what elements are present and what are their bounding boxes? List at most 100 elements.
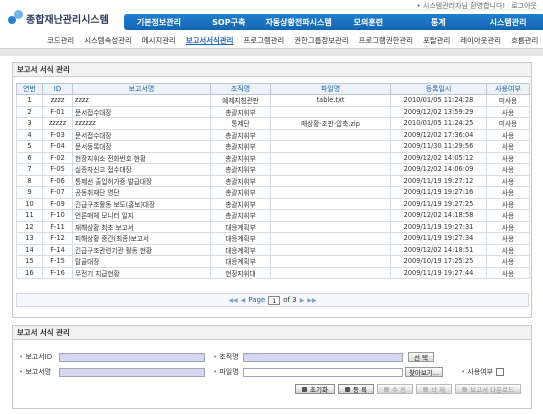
page-number-input[interactable]: 1 [268, 295, 281, 305]
cell-use-flag: 사용 [486, 220, 530, 233]
col-header-reg-date[interactable]: 등록일시 [390, 83, 487, 95]
cell-report-name: 무전기 지급현황 [72, 266, 211, 279]
cell-report-name: 피해상황 중간(최종)보고서 [72, 232, 211, 245]
cell-use-flag: 미사용 [486, 94, 530, 107]
col-header-file-name[interactable]: 파일명 [270, 83, 391, 95]
use-flag-checkbox[interactable] [496, 368, 505, 376]
logo-icon [8, 10, 24, 26]
reset-button[interactable]: 초기화 [295, 384, 335, 394]
sub-menu-item-layout[interactable]: 레이아웃관리 [455, 35, 506, 46]
table-row[interactable]: 14 F-14 긴급구조관련기관 활동 현황 대응계획부 2009/12/02 14:1… [16, 243, 530, 256]
report-name-input[interactable] [59, 367, 205, 377]
table-row[interactable]: 6 F-02 현장지휘소 전화번호 현황 총괄지휘부 2009/12/02 14:05:… [16, 151, 530, 164]
cell-reg-date: 2009/11/19 19:27:12 [390, 174, 487, 187]
cell-reg-date: 2009/11/19 19:27:44 [390, 266, 487, 279]
main-menu-item-system[interactable]: 시스템관리 [473, 17, 543, 28]
col-header-org-name[interactable]: 조직명 [210, 83, 271, 95]
cell-no: 15 [16, 255, 43, 268]
browse-button[interactable]: 찾아보기... [405, 367, 443, 377]
main-menu-item-drill[interactable]: 모의훈련 [333, 17, 403, 28]
table-row[interactable]: 12 F-11 재해상황 최초 보고서 대응계획부 2009/11/19 19:27:3… [16, 220, 530, 233]
cell-use-flag: 미사용 [486, 117, 530, 130]
table-row[interactable]: 11 F-10 언론매체 모니터 일지 총괄지휘부 2009/12/02 14:18:5… [16, 209, 530, 222]
sub-menu-item-report-format[interactable]: 보고서서식관리 [181, 35, 239, 46]
main-menu-item-basic-info[interactable]: 기본정보관리 [124, 17, 194, 28]
cell-report-name: 문서접수대장 [72, 105, 211, 118]
cell-report-name: 재해상황 최초 보고서 [72, 220, 211, 233]
main-menu-item-stats[interactable]: 통계 [403, 17, 473, 28]
cell-file-name [270, 174, 391, 187]
table-row[interactable]: 13 F-12 피해상황 중간(최종)보고서 대응계획부 2009/11/19 19:2… [16, 232, 530, 245]
cell-org-name: 대응계획부 [210, 255, 271, 268]
file-name-label: 파일명 [213, 367, 243, 377]
page-total-label: of 3 [283, 296, 297, 304]
table-row[interactable]: 7 F-05 실종자신고 접수대장 총괄지휘부 2009/12/02 14:06:09 사… [16, 163, 530, 176]
cell-reg-date: 2009/12/02 14:06:09 [390, 163, 487, 176]
table-row[interactable]: 2 F-01 문서접수대장 총괄지휘부 2009/12/02 13:59:29 사용 [16, 105, 530, 118]
sub-menu-item-program[interactable]: 프로그램관리 [238, 35, 289, 46]
col-header-no[interactable]: 연번 [16, 83, 43, 95]
cell-org-name: 총괄지휘부 [210, 209, 271, 222]
cell-reg-date: 2009/12/02 14:18:58 [390, 209, 487, 222]
prev-page-icon[interactable]: ◀ [241, 297, 246, 304]
logout-link[interactable]: 로그아웃 [511, 1, 537, 11]
cell-id: F-15 [42, 255, 73, 268]
register-icon [344, 386, 350, 392]
cell-id: F-12 [42, 232, 73, 245]
file-name-input[interactable] [243, 367, 403, 377]
table-header-row: 연번 ID 보고서명 조직명 파일명 등록일시 사용여부 [16, 83, 530, 95]
table-row[interactable]: 9 F-07 공동취재단 명단 총괄지휘부 2009/11/19 19:27:16 사용 [16, 186, 530, 199]
delete-button[interactable]: 삭 제 [416, 384, 453, 394]
first-page-icon[interactable]: ◀◀ [228, 297, 237, 304]
cell-no: 11 [16, 209, 43, 222]
table-row[interactable]: 8 F-06 통제선 출입허가증 발급대장 총괄지휘부 2009/11/19 19:27… [16, 174, 530, 187]
sub-menu-item-system-attr[interactable]: 시스템속성관리 [79, 35, 137, 46]
cell-no: 8 [16, 174, 43, 187]
col-header-id[interactable]: ID [42, 83, 73, 95]
cell-org-name: 총괄지휘부 [210, 197, 271, 210]
cell-report-name: zzzzzz [72, 117, 211, 130]
sub-menu-item-portal[interactable]: 포탈관리 [418, 35, 455, 46]
cell-reg-date: 2010/01/05 11:24:25 [390, 117, 487, 130]
page-label: Page [248, 296, 266, 304]
cell-org-name: 현장지휘대 [210, 266, 271, 279]
table-row[interactable]: 4 F-03 문서접수대장 총괄지휘부 2009/12/02 17:36:04 사용 [16, 128, 530, 141]
top-util: • 시스템관리자님 환영합니다! 로그아웃 [417, 1, 537, 11]
select-org-button[interactable]: 선 택 [408, 352, 434, 362]
table-row[interactable]: 3 zzzzz zzzzzz 통제단 매상황-조판-압축.zip 2010/01/05 1… [16, 117, 530, 130]
main-menu-item-sop[interactable]: SOP구축 [194, 17, 264, 28]
main-menu-item-auto-alert[interactable]: 자동상황전파시스템 [264, 17, 334, 28]
cell-file-name [270, 220, 391, 233]
sub-menu-item-message[interactable]: 메시지관리 [137, 35, 181, 46]
sub-menu-item-flow[interactable]: 흐름관리 [506, 35, 543, 46]
col-header-report-name[interactable]: 보고서명 [72, 83, 211, 95]
cell-id: F-16 [42, 266, 73, 279]
cell-report-name: 통제선 출입허가증 발급대장 [72, 174, 211, 187]
cell-use-flag: 사용 [486, 266, 530, 279]
list-panel-title: 보고서 서식 관리 [13, 63, 531, 77]
org-name-input[interactable] [243, 352, 403, 362]
download-button[interactable]: 보고서 다운로드 [455, 384, 521, 394]
cell-id: F-04 [42, 140, 73, 153]
col-header-use-flag[interactable]: 사용여부 [486, 83, 530, 95]
sub-menu-item-auth-group[interactable]: 권한그룹정보관리 [289, 35, 353, 46]
cell-no: 9 [16, 186, 43, 199]
next-page-icon[interactable]: ▶ [300, 297, 305, 304]
cell-file-name [270, 243, 391, 256]
table-row[interactable]: 1 zzzz zzzz 예제지침관판 table.txt 2010/01/05 11:24… [16, 94, 530, 107]
table-row[interactable]: 16 F-16 무전기 지급현황 현장지휘대 2009/11/19 19:27:44 사용 [16, 266, 530, 279]
cell-org-name: 총괄지휘부 [210, 163, 271, 176]
logo[interactable]: 종합재난관리시스템 [8, 10, 109, 26]
last-page-icon[interactable]: ▶▶ [307, 297, 316, 304]
table-row[interactable]: 5 F-04 문서등록대장 총괄지휘부 2009/11/30 11:29:56 사용 [16, 140, 530, 153]
register-button[interactable]: 등 록 [337, 384, 374, 394]
cell-org-name: 예제지침관판 [210, 94, 271, 107]
edit-button[interactable]: 수 정 [377, 384, 414, 394]
cell-reg-date: 2009/12/02 17:36:04 [390, 128, 487, 141]
report-id-input[interactable] [59, 352, 205, 362]
report-id-row: 보고서ID [19, 352, 205, 362]
sub-menu-item-code[interactable]: 코드관리 [42, 35, 79, 46]
table-row[interactable]: 10 F-09 긴급구조활동 보도(홍보)대장 총괄지휘부 2009/11/19 19:… [16, 197, 530, 210]
table-row[interactable]: 15 F-15 탈골대장 대응계획부 2009/10/19 17:25:25 사용 [16, 255, 530, 268]
sub-menu-item-program-auth[interactable]: 프로그램권한관리 [354, 35, 418, 46]
